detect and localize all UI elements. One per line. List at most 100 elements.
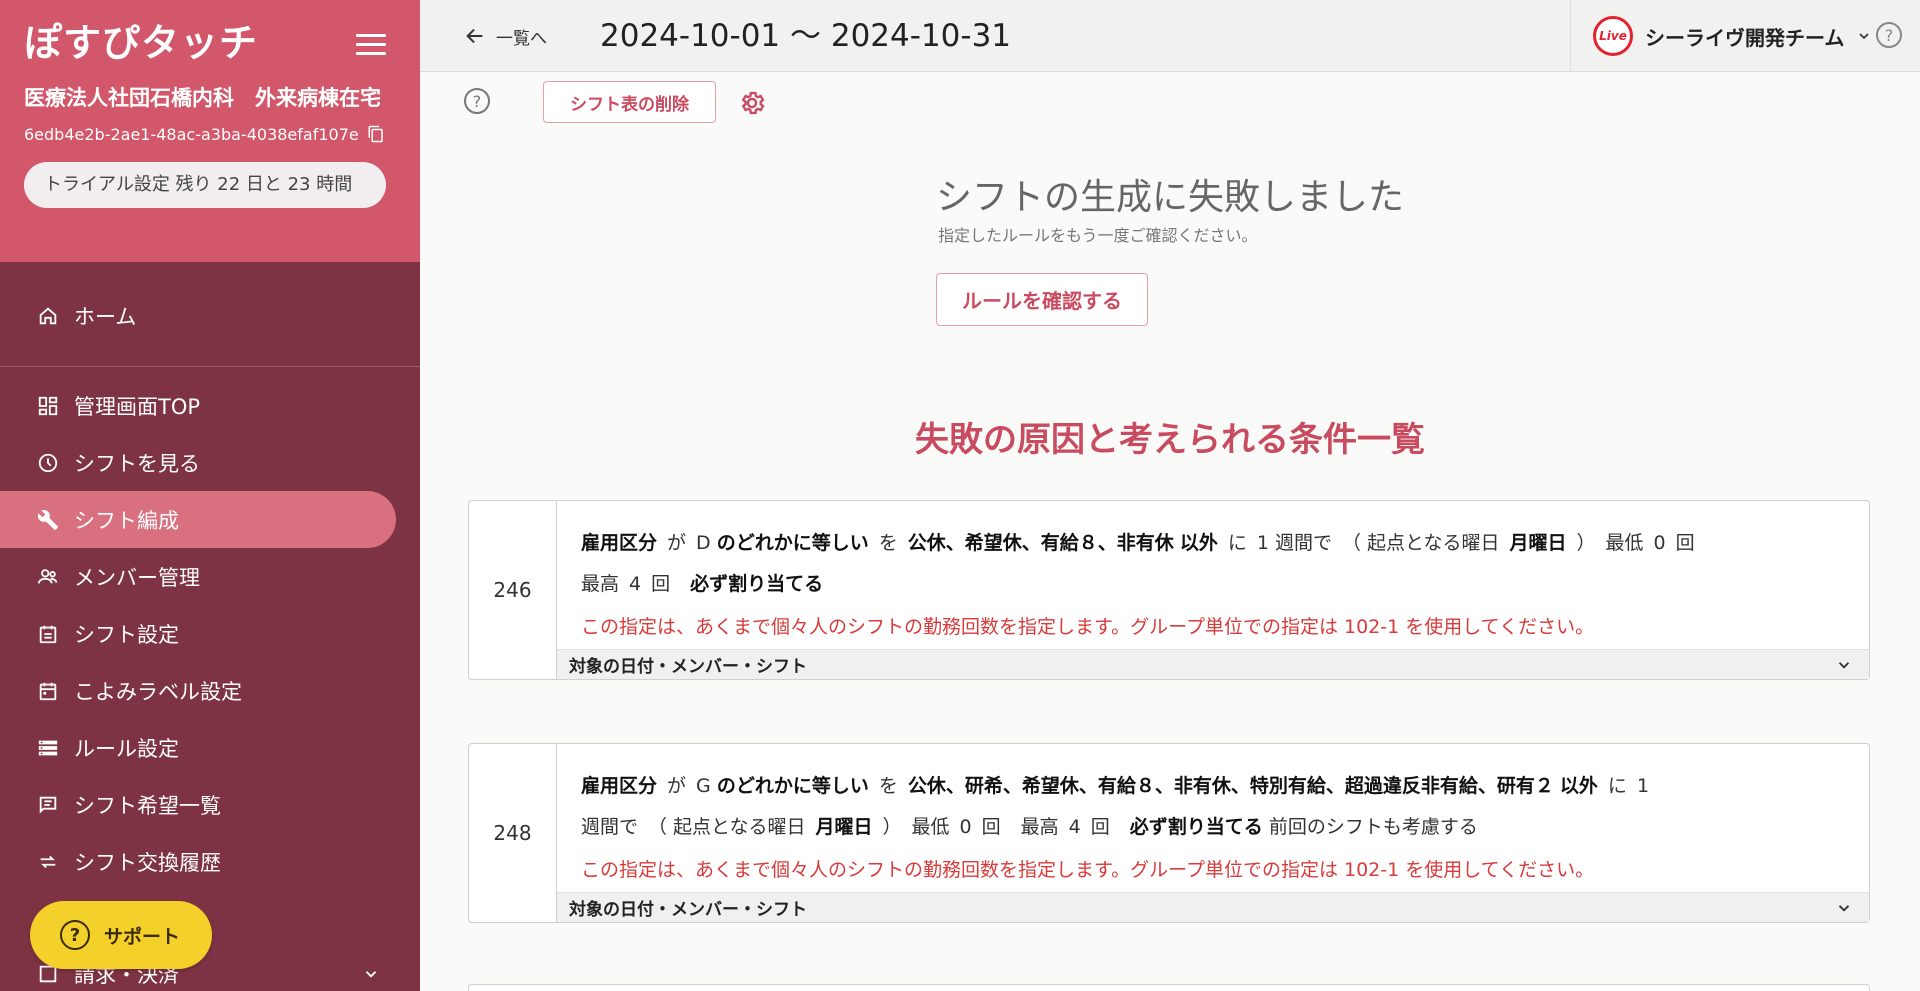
rule-shifts: 公休、希望休、有給８、非有休 xyxy=(907,532,1174,554)
rule-except: 以外 xyxy=(1179,532,1218,554)
sidebar-item-label: シフト設定 xyxy=(74,622,179,647)
rule-period-unit: 週間で xyxy=(1274,532,1332,554)
dashboard-icon xyxy=(36,394,60,418)
back-label: 一覧へ xyxy=(496,28,547,49)
sidebar-item-members[interactable]: メンバー管理 xyxy=(0,548,420,605)
expander-label: 対象の日付・メンバー・シフト xyxy=(569,900,807,920)
sidebar-item-calendar-label[interactable]: こよみラベル設定 xyxy=(0,662,420,719)
rule-number: 248 xyxy=(469,744,557,922)
calendar-list-icon xyxy=(36,622,60,646)
swap-icon xyxy=(36,850,60,874)
rule-particle: を xyxy=(878,532,898,554)
chevron-down-icon xyxy=(1838,661,1850,669)
rule-base-open: （ 起点となる曜日 xyxy=(648,816,806,838)
team-switcher[interactable]: Live シーライヴ開発チーム xyxy=(1570,0,1872,72)
help-icon: ? xyxy=(60,920,90,950)
people-icon xyxy=(36,565,60,589)
rule-times: 回 xyxy=(981,816,1001,838)
rule-base-close: ） xyxy=(882,816,902,838)
sidebar-item-label: シフトを見る xyxy=(74,451,200,476)
rule-period-number: 1 xyxy=(1256,532,1269,554)
rule-must: 必ず割り当てる xyxy=(1129,816,1263,838)
team-name: シーライヴ開発チーム xyxy=(1645,25,1845,50)
rule-value: D xyxy=(696,532,711,554)
rule-period-unit: 週間で xyxy=(581,816,639,838)
home-icon xyxy=(36,304,60,328)
sidebar-item-shift-requests[interactable]: シフト希望一覧 xyxy=(0,776,420,833)
menu-icon[interactable] xyxy=(356,34,386,56)
sidebar-item-home[interactable]: ホーム xyxy=(0,286,420,346)
rule-max-value: 4 xyxy=(629,573,642,595)
rule-particle: が xyxy=(667,532,687,554)
failure-subtitle: 指定したルールをもう一度ご確認ください。 xyxy=(938,226,1258,245)
rule-target-expander[interactable]: 対象の日付・メンバー・シフト xyxy=(557,892,1869,922)
wrench-icon xyxy=(36,508,60,532)
rule-body: 雇用区分が D のどれかに等しいを公休、希望休、有給８、非有休 以外に 1 週間で （… xyxy=(557,501,1869,679)
failure-title: シフトの生成に失敗しました xyxy=(936,177,1405,218)
sidebar-item-label: シフト編成 xyxy=(74,508,179,533)
rule-description: 雇用区分が D のどれかに等しいを公休、希望休、有給８、非有休 以外に 1 週間で （… xyxy=(557,501,1869,605)
conditions-heading: 失敗の原因と考えられる条件一覧 xyxy=(915,420,1425,460)
rule-extra: 前回のシフトも考慮する xyxy=(1268,816,1478,838)
sidebar-header: ぽすぴタッチ 医療法人社団石橋内科 外来病棟在宅 6edb4e2b-2ae1-4… xyxy=(0,0,420,262)
storage-icon xyxy=(36,736,60,760)
sidebar-item-label: メンバー管理 xyxy=(74,565,200,590)
rule-subject: 雇用区分 xyxy=(581,775,658,797)
gear-icon[interactable] xyxy=(738,89,766,117)
rule-min-label: 最低 xyxy=(911,816,950,838)
live-logo: Live xyxy=(1593,16,1633,56)
rule-base-open: （ 起点となる曜日 xyxy=(1342,532,1500,554)
check-rules-button[interactable]: ルールを確認する xyxy=(936,273,1148,326)
rule-period-number: 1 xyxy=(1636,775,1650,797)
sidebar-item-label: こよみラベル設定 xyxy=(74,679,242,704)
sidebar-item-admin-top[interactable]: 管理画面TOP xyxy=(0,377,420,434)
rule-min-value: 0 xyxy=(1653,532,1666,554)
back-to-list-link[interactable]: 一覧へ xyxy=(464,0,547,72)
rule-times: 回 xyxy=(1675,532,1695,554)
rule-max-label: 最高 xyxy=(581,573,620,595)
message-icon xyxy=(36,793,60,817)
rule-times: 回 xyxy=(651,573,671,595)
help-icon[interactable]: ? xyxy=(464,88,490,114)
rule-card: 248 雇用区分が G のどれかに等しいを公休、研希、希望休、有給８、非有休、特別… xyxy=(468,743,1870,923)
rule-base-close: ） xyxy=(1576,532,1596,554)
rule-particle: に xyxy=(1227,532,1247,554)
clock-icon xyxy=(36,451,60,475)
app-logo[interactable]: ぽすぴタッチ xyxy=(24,18,396,68)
logo-text: ぽすぴタッチ xyxy=(24,21,259,65)
sidebar-item-view-shift[interactable]: シフトを見る xyxy=(0,434,420,491)
chevron-down-icon xyxy=(1859,33,1869,40)
trial-status-badge[interactable]: トライアル設定 残り 22 日と 23 時間 xyxy=(24,162,386,208)
rule-except: 以外 xyxy=(1559,775,1598,797)
sidebar-item-shift-settings[interactable]: シフト設定 xyxy=(0,605,420,662)
support-button[interactable]: ? サポート xyxy=(30,901,212,969)
calendar-icon xyxy=(36,679,60,703)
rule-min-value: 0 xyxy=(959,816,972,838)
period-title: 2024-10-01 〜 2024-10-31 xyxy=(600,18,1012,54)
arrow-left-icon xyxy=(466,28,483,44)
rule-number: 246 xyxy=(469,501,557,679)
sidebar-item-rule-settings[interactable]: ルール設定 xyxy=(0,719,420,776)
help-icon[interactable]: ? xyxy=(1876,22,1902,48)
rule-description: 雇用区分が G のどれかに等しいを公休、研希、希望休、有給８、非有休、特別有給、超… xyxy=(557,744,1869,848)
support-label: サポート xyxy=(104,925,181,948)
sidebar-divider xyxy=(0,366,420,367)
rule-particle: に xyxy=(1607,775,1627,797)
rule-particle: を xyxy=(878,775,898,797)
delete-shift-table-button[interactable]: シフト表の削除 xyxy=(543,81,716,123)
sidebar-item-shift-swap-history[interactable]: シフト交換履歴 xyxy=(0,833,420,890)
rule-subject: 雇用区分 xyxy=(581,532,658,554)
sidebar-item-label: ホーム xyxy=(74,305,137,329)
copy-icon[interactable] xyxy=(367,124,385,144)
sidebar-item-label: 管理画面TOP xyxy=(74,394,201,419)
sidebar-item-label: シフト希望一覧 xyxy=(74,793,221,818)
expander-label: 対象の日付・メンバー・シフト xyxy=(569,657,807,677)
rule-max-label: 最高 xyxy=(1020,816,1059,838)
chevron-down-icon[interactable] xyxy=(362,965,380,983)
rule-warning-note: この指定は、あくまで個々人のシフトの勤務回数を指定します。グループ単位での指定は… xyxy=(581,859,1595,881)
org-id: 6edb4e2b-2ae1-48ac-a3ba-4038efaf107e xyxy=(24,124,359,144)
sidebar-item-shift-build[interactable]: シフト編成 xyxy=(0,491,396,548)
rule-target-expander[interactable]: 対象の日付・メンバー・シフト xyxy=(557,649,1869,679)
rule-base-day: 月曜日 xyxy=(1509,532,1567,554)
rule-must: 必ず割り当てる xyxy=(690,573,824,595)
